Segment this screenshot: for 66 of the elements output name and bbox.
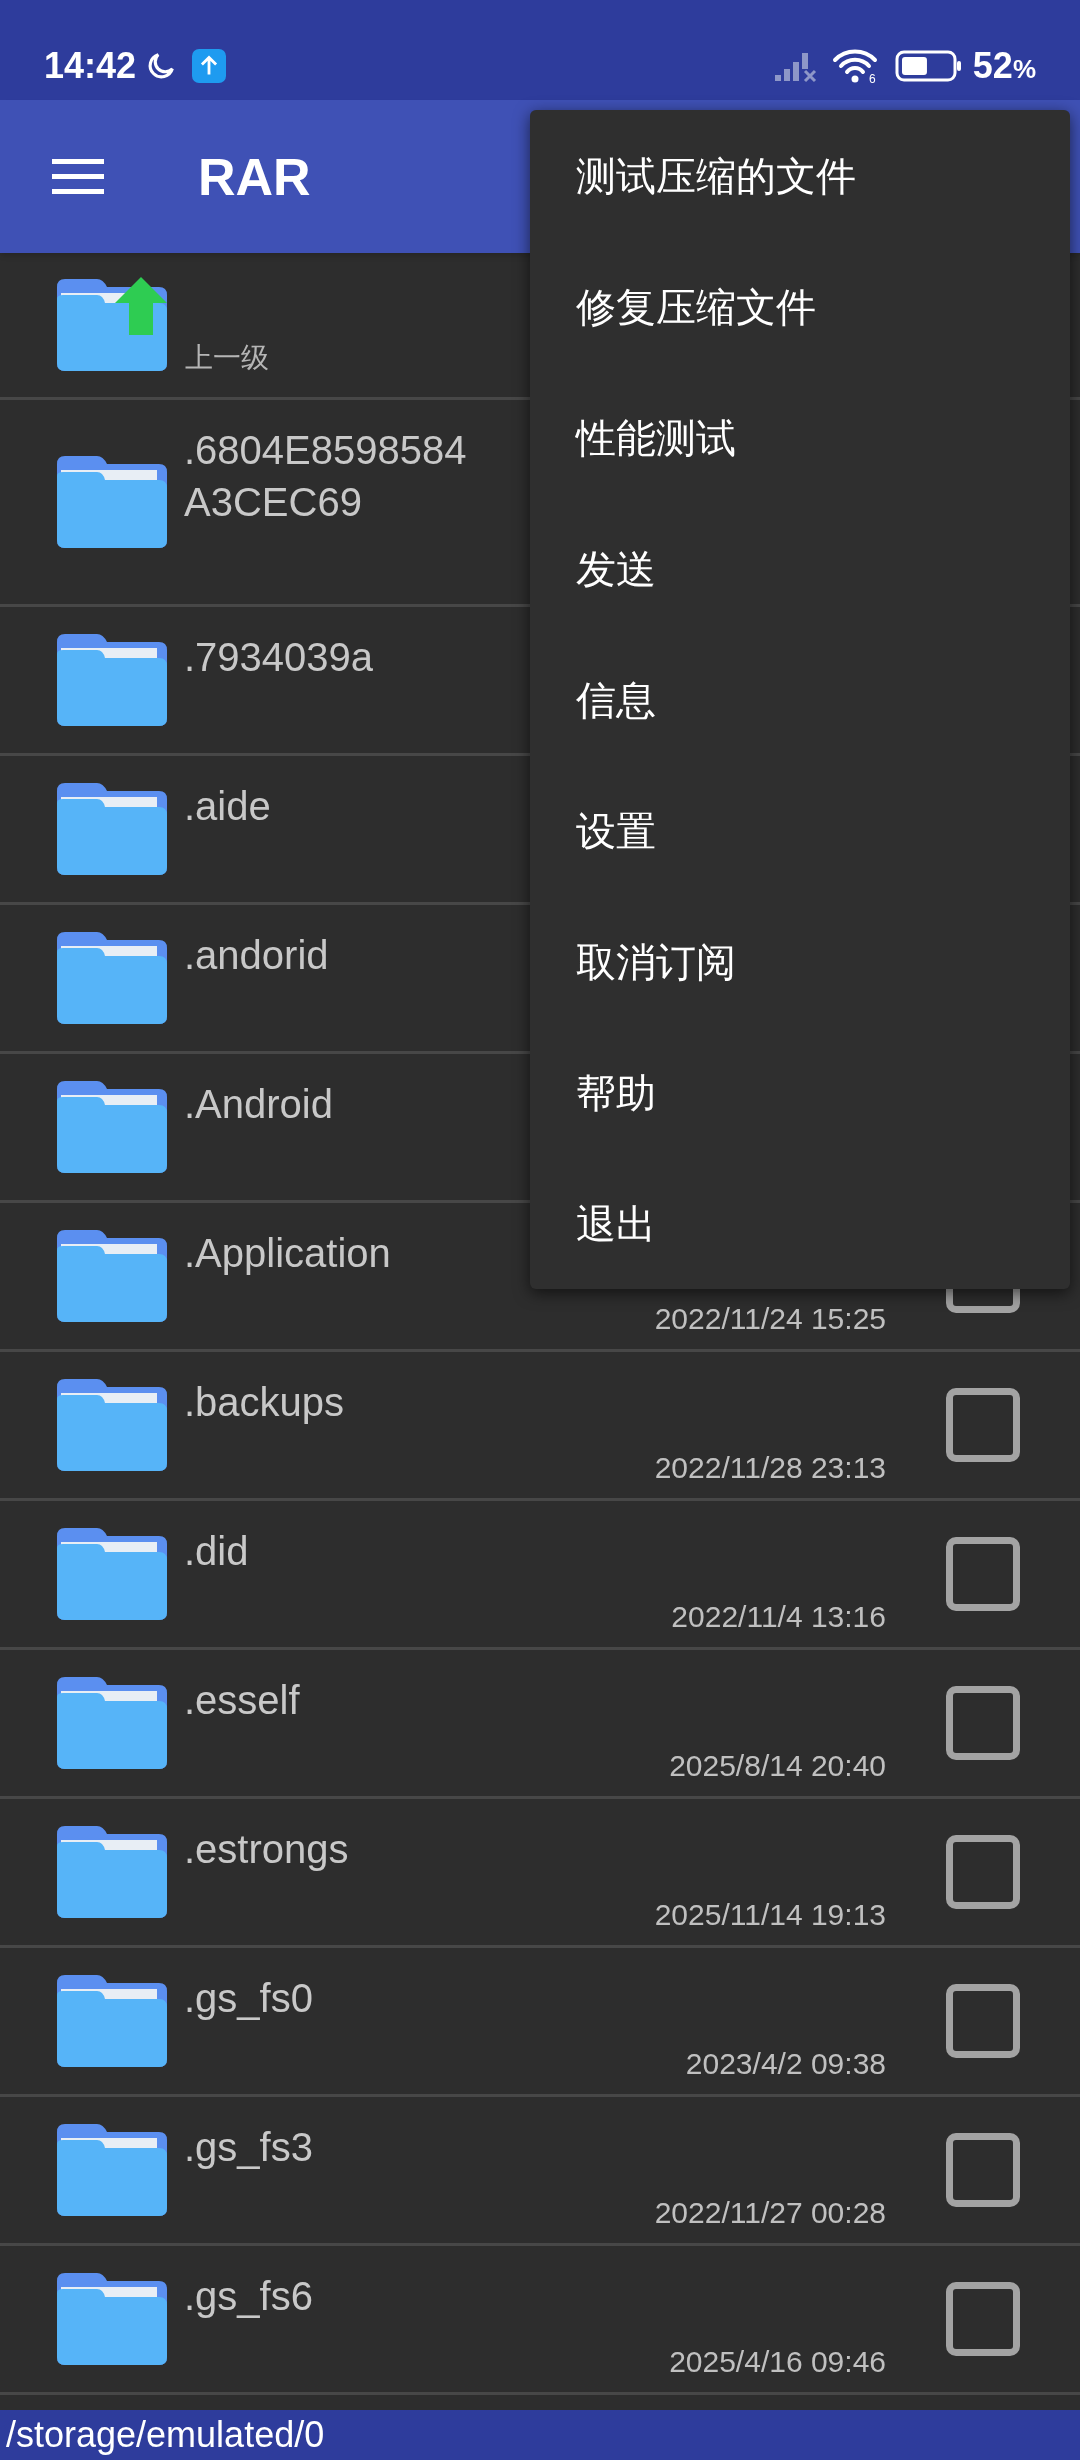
folder-row[interactable]: .gs_fs6 2025/4/16 09:46: [0, 2246, 1080, 2395]
checkbox[interactable]: [946, 1835, 1020, 1909]
folder-name: .andorid: [184, 932, 329, 979]
folder-icon: [57, 1824, 167, 1920]
modified-date: 2022/11/28 23:13: [654, 1450, 886, 1486]
parent-folder-icon: [57, 277, 167, 373]
menu-item[interactable]: 信息: [530, 634, 1070, 765]
folder-name: .6804E8598584 A3CEC69: [184, 427, 467, 526]
checkbox[interactable]: [946, 1686, 1020, 1760]
modified-date: 2023/4/2 09:38: [685, 2046, 886, 2082]
menu-item[interactable]: 设置: [530, 765, 1070, 896]
battery-icon: [894, 50, 963, 82]
folder-icon: [57, 632, 167, 728]
menu-item[interactable]: 修复压缩文件: [530, 241, 1070, 372]
folder-name: .esself: [184, 1677, 300, 1724]
folder-name: .Application: [184, 1230, 391, 1277]
folder-name: .estrongs: [184, 1826, 349, 1873]
parent-label: 上一级: [185, 341, 269, 375]
folder-name: .backups: [184, 1379, 345, 1426]
modified-date: 2025/11/14 19:13: [654, 1897, 886, 1933]
menu-icon[interactable]: [52, 159, 104, 194]
folder-icon: [57, 1973, 167, 2069]
menu-item[interactable]: 性能测试: [530, 372, 1070, 503]
folder-icon: [57, 2271, 167, 2367]
menu-item[interactable]: 发送: [530, 503, 1070, 634]
app-title: RAR: [198, 146, 311, 208]
modified-date: 2025/4/16 09:46: [669, 2344, 886, 2380]
checkbox[interactable]: [946, 1984, 1020, 2058]
path-label: /storage/emulated/0: [6, 2413, 325, 2457]
checkbox[interactable]: [946, 1388, 1020, 1462]
folder-row[interactable]: .estrongs 2025/11/14 19:13: [0, 1799, 1080, 1948]
folder-row[interactable]: .backups 2022/11/28 23:13: [0, 1352, 1080, 1501]
folder-icon: [57, 1079, 167, 1175]
folder-icon: [57, 930, 167, 1026]
folder-icon: [57, 454, 167, 550]
folder-name: .aide: [184, 783, 271, 830]
checkbox[interactable]: [946, 2133, 1020, 2207]
folder-icon: [57, 781, 167, 877]
folder-icon: [57, 1228, 167, 1324]
folder-row[interactable]: .did 2022/11/4 13:16: [0, 1501, 1080, 1650]
folder-row[interactable]: .gs_fs3 2022/11/27 00:28: [0, 2097, 1080, 2246]
folder-row[interactable]: .gs_fs0 2023/4/2 09:38: [0, 1948, 1080, 2097]
folder-name: .gs_fs3: [184, 2124, 313, 2171]
modified-date: 2022/11/24 15:25: [654, 1301, 886, 1337]
folder-name: .gs_fs0: [184, 1975, 313, 2022]
modified-date: 2025/8/14 20:40: [669, 1748, 886, 1784]
menu-item[interactable]: 退出: [530, 1158, 1070, 1289]
folder-row[interactable]: .esself 2025/8/14 20:40: [0, 1650, 1080, 1799]
modified-date: 2022/11/27 00:28: [654, 2195, 886, 2231]
folder-icon: [57, 1526, 167, 1622]
folder-icon: [57, 1675, 167, 1771]
checkbox[interactable]: [946, 2282, 1020, 2356]
modified-date: 2022/11/4 13:16: [671, 1599, 886, 1635]
menu-item[interactable]: 测试压缩的文件: [530, 110, 1070, 241]
folder-name: .7934039a: [184, 634, 374, 681]
folder-name: .gs_fs6: [184, 2273, 313, 2320]
menu-item[interactable]: 帮助: [530, 1027, 1070, 1158]
battery-percent: 52%: [972, 44, 1036, 88]
folder-name: .did: [184, 1528, 249, 1575]
checkbox[interactable]: [946, 1537, 1020, 1611]
folder-name: .Android: [184, 1081, 333, 1128]
menu-item[interactable]: 取消订阅: [530, 896, 1070, 1027]
folder-icon: [57, 2122, 167, 2218]
upload-notification-icon: [192, 49, 227, 83]
folder-icon: [57, 1377, 167, 1473]
status-time: 14:42: [44, 44, 137, 88]
